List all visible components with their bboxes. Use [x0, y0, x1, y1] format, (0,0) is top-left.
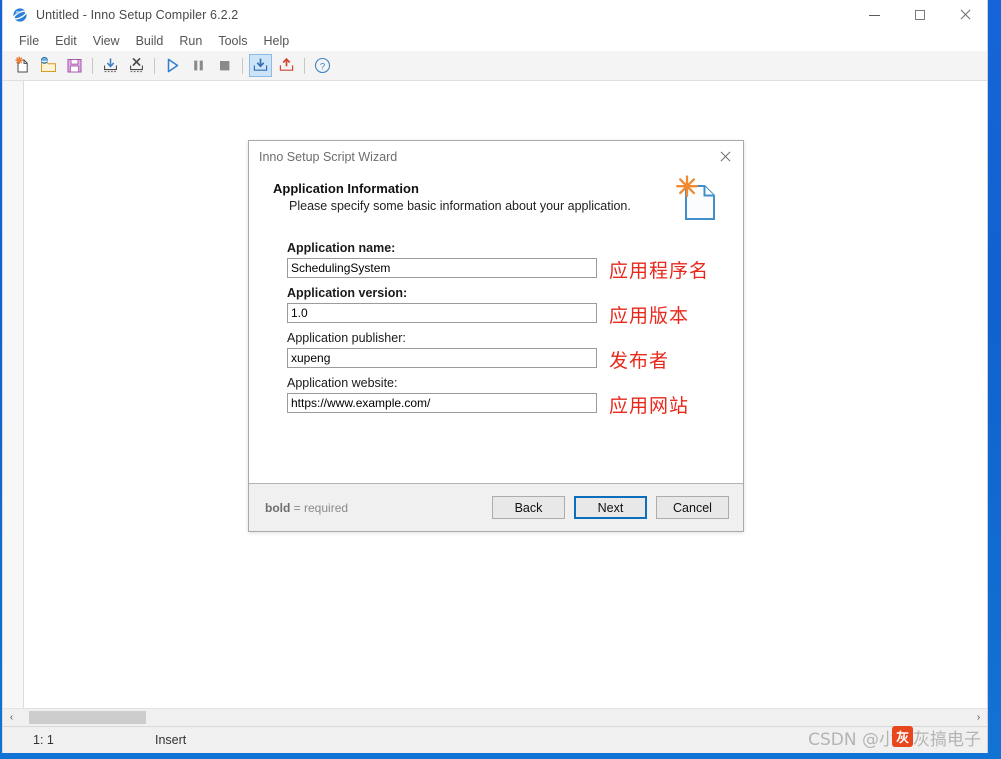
- field-group-application-publisher: Application publisher: 发布者: [287, 331, 719, 372]
- save-file-button[interactable]: [63, 54, 86, 77]
- scrollbar-thumb[interactable]: [29, 711, 146, 724]
- required-legend-rest: = required: [293, 500, 349, 515]
- back-button[interactable]: Back: [492, 496, 565, 519]
- compile-icon: [253, 58, 268, 71]
- menu-item-run[interactable]: Run: [171, 32, 210, 50]
- status-insert-mode: Insert: [155, 733, 187, 747]
- menu-item-tools[interactable]: Tools: [210, 32, 255, 50]
- window-controls: [852, 0, 987, 30]
- label-application-name: Application name:: [287, 241, 396, 255]
- editor-gutter: [3, 81, 24, 708]
- toolbar-separator: [242, 57, 243, 74]
- title-bar: Untitled - Inno Setup Compiler 6.2.2: [3, 0, 987, 30]
- label-application-publisher: Application publisher:: [287, 331, 406, 345]
- menu-item-file[interactable]: File: [11, 32, 47, 50]
- input-application-publisher[interactable]: [287, 348, 597, 368]
- field-group-application-website: Application website: 应用网站: [287, 376, 719, 417]
- toolbar: ?: [3, 51, 987, 81]
- new-file-icon: [15, 56, 28, 73]
- inno-setup-script-wizard-dialog: Inno Setup Script Wizard Application Inf…: [248, 140, 744, 532]
- inno-globe-icon: [12, 7, 28, 23]
- new-script-document-icon: [673, 173, 725, 225]
- open-file-button[interactable]: [37, 54, 60, 77]
- dialog-title: Inno Setup Script Wizard: [259, 150, 398, 164]
- horizontal-scrollbar[interactable]: ‹ ›: [3, 708, 987, 726]
- status-bar: 1: 1 Insert: [3, 726, 987, 753]
- dialog-close-button[interactable]: [711, 144, 739, 170]
- dialog-footer: bold = required Back Next Cancel: [249, 483, 743, 531]
- new-file-button[interactable]: [11, 54, 34, 77]
- application-window: Untitled - Inno Setup Compiler 6.2.2 Fil…: [2, 0, 988, 753]
- input-application-name[interactable]: [287, 258, 597, 278]
- label-application-website: Application website:: [287, 376, 398, 390]
- close-icon: [959, 9, 971, 21]
- dialog-body: Application name: 应用程序名 Application vers…: [249, 223, 743, 483]
- annotation-application-name: 应用程序名: [609, 260, 710, 282]
- annotation-application-publisher: 发布者: [609, 350, 670, 372]
- close-button[interactable]: [942, 0, 987, 30]
- field-group-application-name: Application name: 应用程序名: [287, 241, 719, 282]
- dialog-header-title: Application Information: [273, 181, 419, 196]
- run-icon: [167, 58, 179, 73]
- toolbar-separator: [154, 57, 155, 74]
- help-button[interactable]: ?: [311, 54, 334, 77]
- menu-item-help[interactable]: Help: [256, 32, 298, 50]
- field-group-application-version: Application version: 应用版本: [287, 286, 719, 327]
- pause-icon: [194, 60, 203, 71]
- required-legend: bold = required: [265, 501, 348, 515]
- import-icon: [104, 58, 117, 73]
- run-button[interactable]: [161, 54, 184, 77]
- menu-item-edit[interactable]: Edit: [47, 32, 85, 50]
- dialog-header-subtitle: Please specify some basic information ab…: [289, 199, 631, 213]
- import-button[interactable]: [99, 54, 122, 77]
- toolbar-separator: [304, 57, 305, 74]
- stop-button[interactable]: [213, 54, 236, 77]
- cancel-button[interactable]: Cancel: [656, 496, 729, 519]
- menu-item-build[interactable]: Build: [128, 32, 172, 50]
- status-cursor-position: 1: 1: [33, 733, 54, 747]
- maximize-icon: [914, 10, 925, 20]
- next-button[interactable]: Next: [574, 496, 647, 519]
- toolbar-separator: [92, 57, 93, 74]
- dialog-title-bar: Inno Setup Script Wizard: [249, 141, 743, 173]
- menu-bar: File Edit View Build Run Tools Help: [3, 30, 987, 51]
- close-icon: [719, 151, 731, 163]
- menu-item-view[interactable]: View: [85, 32, 128, 50]
- minimize-icon: [869, 14, 880, 16]
- required-legend-bold: bold: [265, 500, 291, 515]
- remove-import-icon: [130, 57, 143, 73]
- maximize-button[interactable]: [897, 0, 942, 30]
- pause-button[interactable]: [187, 54, 210, 77]
- dialog-header: Application Information Please specify s…: [249, 173, 743, 223]
- window-title: Untitled - Inno Setup Compiler 6.2.2: [36, 8, 239, 22]
- input-application-version[interactable]: [287, 303, 597, 323]
- compile-button[interactable]: [249, 54, 272, 77]
- open-file-icon: [40, 56, 56, 72]
- input-application-website[interactable]: [287, 393, 597, 413]
- svg-text:?: ?: [320, 61, 325, 72]
- annotation-application-website: 应用网站: [609, 395, 690, 417]
- scroll-left-arrow-icon[interactable]: ‹: [3, 709, 20, 726]
- stop-icon: [220, 61, 230, 71]
- label-application-version: Application version:: [287, 286, 408, 300]
- scroll-right-arrow-icon[interactable]: ›: [970, 709, 987, 726]
- publish-icon: [279, 57, 294, 71]
- help-icon: ?: [314, 57, 331, 74]
- save-file-icon: [67, 59, 82, 73]
- scrollbar-track[interactable]: [20, 709, 970, 726]
- dialog-button-row: Back Next Cancel: [492, 496, 729, 519]
- remove-import-button[interactable]: [125, 54, 148, 77]
- minimize-button[interactable]: [852, 0, 897, 30]
- publish-button[interactable]: [275, 54, 298, 77]
- annotation-application-version: 应用版本: [609, 305, 690, 327]
